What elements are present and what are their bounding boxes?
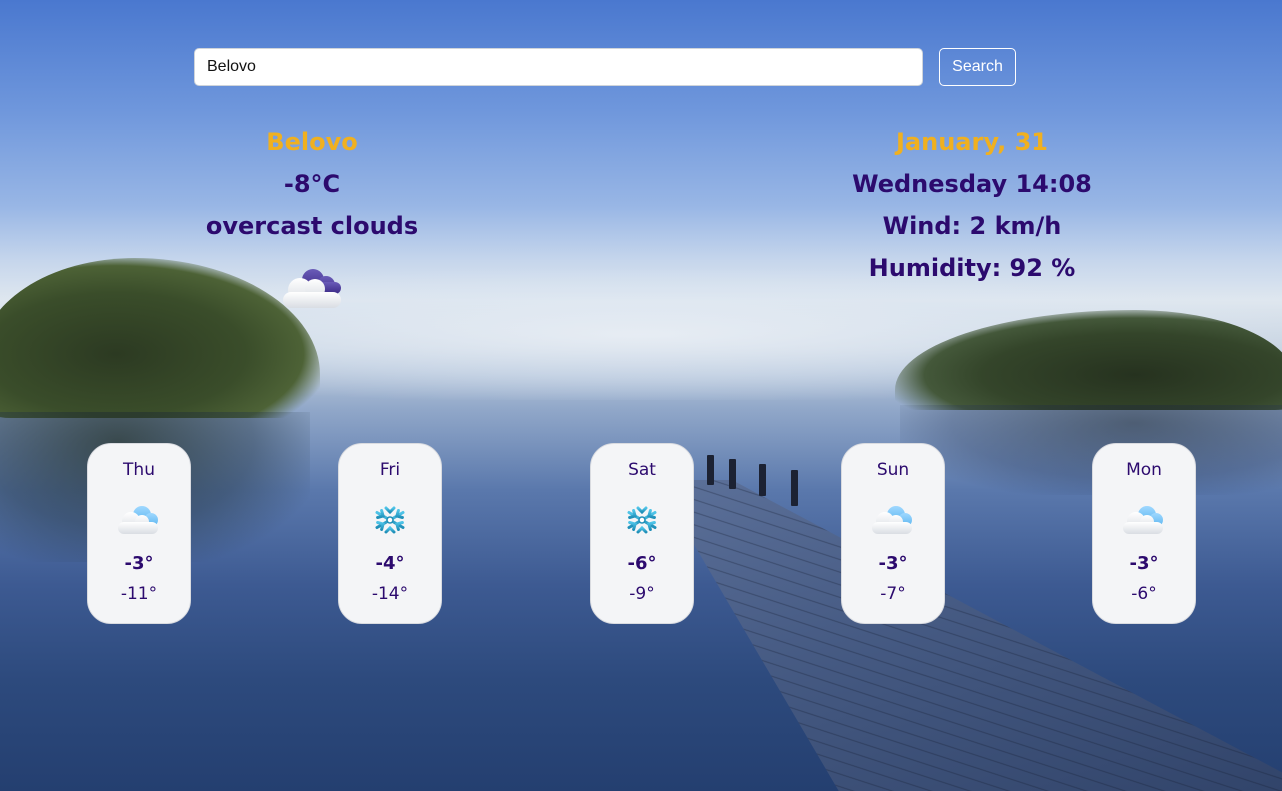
- weather-description: overcast clouds: [205, 212, 419, 240]
- background-dock-post: [729, 459, 736, 489]
- day-time-label: Wednesday 14:08: [852, 170, 1092, 198]
- background-reflection-right: [900, 405, 1282, 495]
- forecast-day: Sun: [876, 460, 910, 480]
- forecast-min-temp: -11°: [120, 584, 158, 604]
- wind-label: Wind: 2 km/h: [882, 212, 1062, 240]
- forecast-card: Sun -3° -7°: [841, 443, 945, 624]
- current-temperature: -8°C: [283, 170, 341, 198]
- forecast-card: Mon -3° -6°: [1092, 443, 1196, 624]
- forecast-min-temp: -9°: [629, 584, 655, 604]
- forecast-max-temp: -3°: [878, 553, 908, 574]
- forecast-card: Thu -3° -11°: [87, 443, 191, 624]
- current-weather: Belovo -8°C overcast clouds: [162, 124, 462, 310]
- cloud-icon: [1123, 506, 1163, 534]
- forecast-min-temp: -6°: [1131, 584, 1157, 604]
- forecast-max-temp: -6°: [627, 553, 657, 574]
- forecast-day: Thu: [123, 460, 155, 480]
- city-name: Belovo: [266, 128, 358, 156]
- forecast-day: Mon: [1126, 460, 1162, 480]
- weather-details: January, 31 Wednesday 14:08 Wind: 2 km/h…: [792, 124, 1152, 292]
- forecast-min-temp: -14°: [371, 584, 409, 604]
- forecast-max-temp: -4°: [375, 553, 405, 574]
- forecast-card: Sat -6° -9°: [590, 443, 694, 624]
- search-button[interactable]: Search: [939, 48, 1016, 86]
- cloud-icon: [118, 506, 158, 534]
- cloud-icon: [872, 506, 912, 534]
- city-search-input[interactable]: [194, 48, 923, 86]
- background-dock-post: [791, 470, 798, 506]
- forecast-max-temp: -3°: [124, 553, 154, 574]
- overcast-clouds-icon: [283, 269, 341, 308]
- forecast-max-temp: -3°: [1129, 553, 1159, 574]
- forecast-day: Fri: [379, 460, 401, 480]
- forecast-day: Sat: [628, 460, 656, 480]
- background-dock-post: [707, 455, 714, 485]
- date-label: January, 31: [896, 128, 1048, 156]
- forecast-min-temp: -7°: [880, 584, 906, 604]
- snowflake-icon: [375, 503, 405, 537]
- weather-app: Search Belovo -8°C overcast clouds Janua…: [0, 0, 1282, 791]
- humidity-label: Humidity: 92 %: [868, 254, 1076, 282]
- forecast-card: Fri -4° -14°: [338, 443, 442, 624]
- background-dock-post: [759, 464, 766, 496]
- snowflake-icon: [627, 503, 657, 537]
